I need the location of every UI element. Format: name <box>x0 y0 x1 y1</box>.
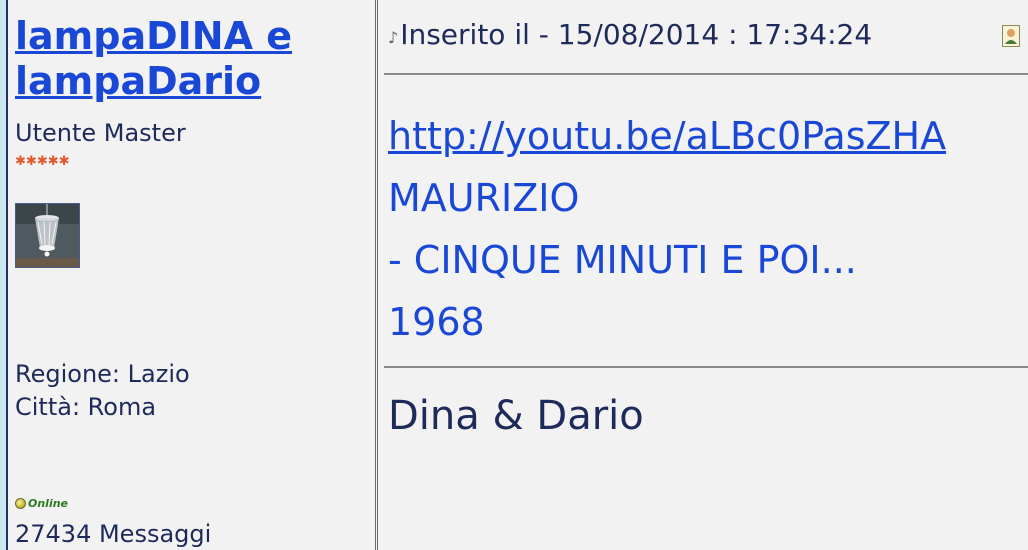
forum-post: lampaDINA e lampaDario Utente Master ✱✱✱… <box>6 0 1028 550</box>
post-date: Inserito il - 15/08/2014 : 17:34:24 <box>400 18 873 51</box>
post-body: http://youtu.be/aLBc0PasZHA MAURIZIO - C… <box>388 105 1028 353</box>
star-icon: ✱ <box>58 154 70 169</box>
star-icon: ✱ <box>47 154 59 169</box>
author-region: Regione: Lazio <box>15 360 190 388</box>
message-count: 27434 Messaggi <box>15 520 212 548</box>
online-status-icon <box>15 497 26 509</box>
youtube-link[interactable]: http://youtu.be/aLBc0PasZHA <box>388 114 946 158</box>
author-city: Città: Roma <box>15 393 157 421</box>
post-line: - CINQUE MINUTI E POI... <box>388 238 857 282</box>
post-line: 1968 <box>388 300 485 344</box>
divider <box>384 73 1028 75</box>
author-panel: lampaDINA e lampaDario Utente Master ✱✱✱… <box>8 0 376 550</box>
profile-icon[interactable] <box>1002 25 1020 47</box>
post-meta: ♪ Inserito il - 15/08/2014 : 17:34:24 <box>388 18 872 51</box>
chandelier-avatar-icon <box>16 204 79 267</box>
star-icon: ✱ <box>25 154 37 169</box>
rank-stars: ✱✱✱✱✱ <box>15 150 70 168</box>
music-note-icon: ♪ <box>388 28 399 47</box>
post-line: MAURIZIO <box>388 176 580 220</box>
author-rank: Utente Master <box>15 119 186 147</box>
online-label: Online <box>28 496 69 510</box>
star-icon: ✱ <box>15 154 26 169</box>
signature-divider <box>384 366 1028 368</box>
avatar <box>15 203 80 268</box>
star-icon: ✱ <box>36 154 48 169</box>
post-panel: ♪ Inserito il - 15/08/2014 : 17:34:24 ht… <box>377 0 1028 550</box>
online-status: Online <box>15 495 68 511</box>
signature: Dina & Dario <box>388 393 644 439</box>
author-name-link[interactable]: lampaDINA e lampaDario <box>15 14 370 104</box>
